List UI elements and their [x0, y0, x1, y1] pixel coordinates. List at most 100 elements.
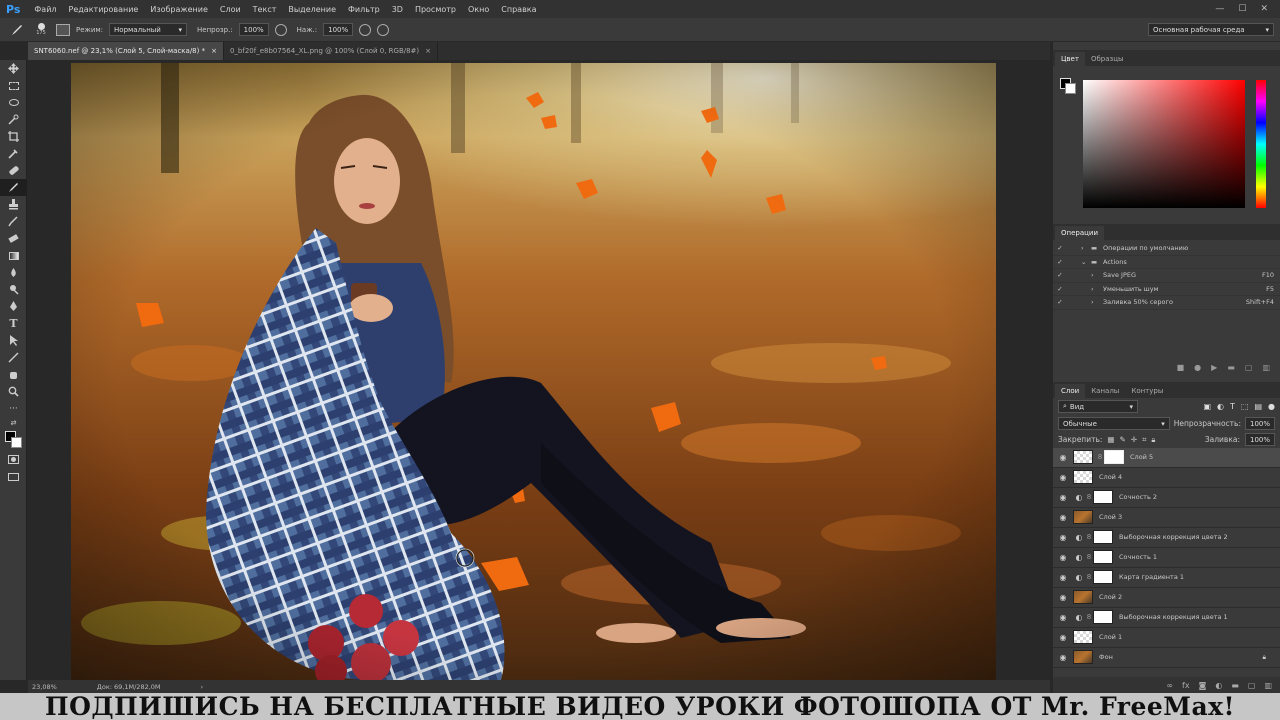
close-icon[interactable]: ×: [211, 47, 217, 55]
eye-icon[interactable]: ◉: [1053, 613, 1073, 622]
adjustment-layer-icon[interactable]: ◐: [1215, 681, 1222, 690]
eye-icon[interactable]: ◉: [1053, 653, 1073, 662]
layer-row[interactable]: ◉ Слой 3: [1053, 508, 1280, 528]
layer-row[interactable]: ◉ ◐ 8 Сочность 1: [1053, 548, 1280, 568]
maximize-button[interactable]: ☐: [1238, 4, 1246, 14]
layer-row[interactable]: ◉ ◐ 8 Выборочная коррекция цвета 2: [1053, 528, 1280, 548]
layer-mask-thumbnail[interactable]: [1093, 490, 1113, 504]
pen-tool-icon[interactable]: [0, 298, 27, 315]
chain-link-icon[interactable]: 8: [1085, 533, 1093, 541]
clone-stamp-tool-icon[interactable]: [0, 196, 27, 213]
checkmark-icon[interactable]: ✓: [1053, 258, 1067, 266]
menu-layers[interactable]: Слои: [214, 5, 247, 14]
layer-name[interactable]: Слой 4: [1099, 473, 1122, 481]
layer-thumbnail[interactable]: [1073, 650, 1093, 664]
menu-window[interactable]: Окно: [462, 5, 495, 14]
brush-preset-picker[interactable]: 175: [32, 23, 50, 36]
action-save-jpeg[interactable]: ✓ › Save JPEG F10: [1053, 269, 1280, 283]
crop-tool-icon[interactable]: [0, 128, 27, 145]
menu-image[interactable]: Изображение: [144, 5, 214, 14]
eye-icon[interactable]: ◉: [1053, 493, 1073, 502]
path-select-tool-icon[interactable]: [0, 332, 27, 349]
airbrush-icon[interactable]: [359, 23, 372, 36]
layer-row[interactable]: ◉ Слой 2: [1053, 588, 1280, 608]
close-button[interactable]: ✕: [1260, 4, 1268, 14]
trash-icon[interactable]: ▥: [1264, 681, 1272, 690]
layer-thumbnail[interactable]: [1073, 470, 1093, 484]
action-fill-gray[interactable]: ✓ › Заливка 50% серого Shift+F4: [1053, 296, 1280, 310]
layer-name[interactable]: Выборочная коррекция цвета 2: [1119, 533, 1228, 541]
eye-icon[interactable]: ◉: [1053, 553, 1073, 562]
background-color-swatch[interactable]: [1065, 83, 1076, 94]
dodge-tool-icon[interactable]: [0, 281, 27, 298]
blend-mode-select[interactable]: Обычные ▾: [1058, 417, 1170, 430]
filter-adjustment-icon[interactable]: ◐: [1217, 402, 1224, 411]
new-layer-icon[interactable]: ▢: [1248, 681, 1256, 690]
eyedropper-tool-icon[interactable]: [0, 145, 27, 162]
stop-icon[interactable]: ■: [1177, 363, 1185, 372]
new-group-icon[interactable]: ▬: [1231, 681, 1239, 690]
line-tool-icon[interactable]: [0, 349, 27, 366]
lock-all-icon[interactable]: 🔒︎: [1151, 435, 1155, 445]
layer-row[interactable]: ◉ Слой 1: [1053, 628, 1280, 648]
zoom-level[interactable]: 23,08%: [32, 683, 57, 691]
tab-swatches[interactable]: Образцы: [1085, 52, 1130, 66]
chevron-right-icon[interactable]: ›: [1081, 244, 1091, 252]
filter-pixel-icon[interactable]: ▣: [1203, 402, 1211, 411]
action-set-default[interactable]: ✓ › ▬ Операции по умолчанию: [1053, 242, 1280, 256]
quick-mask-icon[interactable]: [0, 451, 27, 468]
more-tools-icon[interactable]: ···: [0, 400, 27, 417]
tab-actions[interactable]: Операции: [1055, 226, 1104, 240]
marquee-tool-icon[interactable]: [0, 77, 27, 94]
color-picker-field[interactable]: [1083, 80, 1245, 208]
menu-edit[interactable]: Редактирование: [63, 5, 145, 14]
layer-mask-thumbnail[interactable]: [1104, 450, 1124, 464]
layer-mask-thumbnail[interactable]: [1093, 550, 1113, 564]
layer-name[interactable]: Слой 2: [1099, 593, 1122, 601]
brush-tool-icon[interactable]: [8, 21, 26, 39]
hue-slider[interactable]: [1256, 80, 1266, 208]
filter-type-icon[interactable]: T: [1230, 402, 1235, 411]
lock-transparent-icon[interactable]: ▦: [1107, 435, 1114, 444]
pressure-field[interactable]: 100%: [323, 23, 354, 36]
menu-type[interactable]: Текст: [247, 5, 283, 14]
layer-name[interactable]: Карта градиента 1: [1119, 573, 1184, 581]
tab-channels[interactable]: Каналы: [1085, 384, 1125, 398]
move-tool-icon[interactable]: [0, 60, 27, 77]
chevron-down-icon[interactable]: ⌄: [1081, 258, 1091, 266]
eye-icon[interactable]: ◉: [1053, 533, 1073, 542]
lock-position-icon[interactable]: ✛: [1131, 435, 1137, 444]
checkmark-icon[interactable]: ✓: [1053, 285, 1067, 293]
menu-view[interactable]: Просмотр: [409, 5, 462, 14]
layer-name[interactable]: Выборочная коррекция цвета 1: [1119, 613, 1228, 621]
brush-tool-icon[interactable]: [0, 179, 27, 196]
chevron-right-icon[interactable]: ›: [1091, 285, 1103, 293]
chain-link-icon[interactable]: 8: [1085, 553, 1093, 561]
eye-icon[interactable]: ◉: [1053, 453, 1073, 462]
checkmark-icon[interactable]: ✓: [1053, 244, 1067, 252]
layer-opacity-field[interactable]: 100%: [1244, 417, 1275, 430]
checkmark-icon[interactable]: ✓: [1053, 271, 1067, 279]
swap-colors-icon[interactable]: ⇄: [0, 417, 27, 429]
layer-row[interactable]: ◉ 8 Слой 5: [1053, 447, 1280, 468]
blur-tool-icon[interactable]: [0, 264, 27, 281]
add-mask-icon[interactable]: ◙: [1199, 681, 1207, 690]
layer-row[interactable]: ◉ ◐ 8 Карта градиента 1: [1053, 568, 1280, 588]
quick-select-tool-icon[interactable]: [0, 111, 27, 128]
fx-icon[interactable]: fx: [1182, 681, 1190, 690]
layer-row[interactable]: ◉ ◐ 8 Сочность 2: [1053, 488, 1280, 508]
chevron-right-icon[interactable]: ›: [1091, 298, 1103, 306]
zoom-tool-icon[interactable]: [0, 383, 27, 400]
layer-thumbnail[interactable]: [1073, 510, 1093, 524]
layer-thumbnail[interactable]: [1073, 590, 1093, 604]
layer-mask-thumbnail[interactable]: [1093, 530, 1113, 544]
menu-3d[interactable]: 3D: [386, 5, 409, 14]
menu-select[interactable]: Выделение: [282, 5, 342, 14]
layer-row[interactable]: ◉ Слой 4: [1053, 468, 1280, 488]
status-menu-arrow[interactable]: ›: [201, 683, 204, 691]
type-tool-icon[interactable]: T: [0, 315, 27, 332]
lasso-tool-icon[interactable]: [0, 94, 27, 111]
opacity-field[interactable]: 100%: [238, 23, 269, 36]
history-brush-tool-icon[interactable]: [0, 213, 27, 230]
gradient-tool-icon[interactable]: [0, 247, 27, 264]
